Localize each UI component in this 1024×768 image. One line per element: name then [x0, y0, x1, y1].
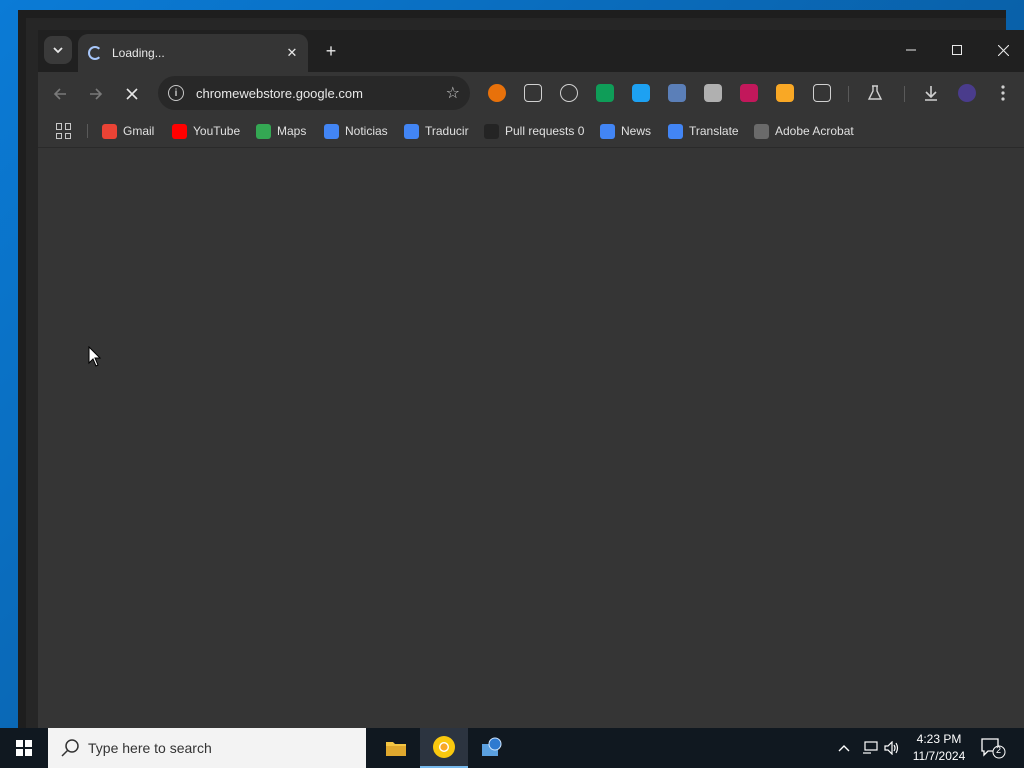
search-icon [61, 739, 79, 757]
network-icon[interactable] [862, 728, 882, 768]
action-center-button[interactable]: 2 [980, 736, 1006, 760]
extension-red-icon[interactable] [740, 84, 758, 102]
chrome-icon [433, 736, 455, 758]
bookmark-label: Traducir [425, 124, 469, 138]
start-button[interactable] [0, 728, 48, 768]
github-icon [484, 123, 499, 139]
arrow-right-icon [90, 88, 103, 100]
bookmark-item[interactable]: Maps [256, 122, 306, 140]
bookmark-label: Translate [689, 124, 739, 138]
loading-spinner-icon [88, 46, 102, 60]
extension-bolt-icon[interactable] [560, 84, 578, 102]
bookmark-item[interactable]: News [600, 122, 651, 140]
notification-count-badge: 2 [996, 745, 1002, 755]
extension-reader-icon[interactable] [524, 84, 542, 102]
bookmark-item[interactable]: Gmail [102, 122, 154, 140]
bookmark-label: Adobe Acrobat [775, 124, 854, 138]
bookmark-label: Maps [277, 124, 307, 138]
profile-avatar[interactable] [958, 84, 976, 102]
taskbar-chrome[interactable] [420, 728, 468, 768]
minimize-icon [906, 49, 916, 51]
site-info-icon[interactable]: i [168, 85, 184, 101]
notification-icon [981, 738, 1006, 759]
taskbar: Type here to search 4:23 PM 11/7/2024 2 [0, 728, 1024, 768]
taskbar-file-explorer[interactable] [372, 728, 420, 768]
clock-date: 11/7/2024 [912, 749, 966, 763]
google-translate-icon [668, 123, 683, 139]
bookmarks-bar: Gmail YouTube Maps Noticias Traducir Pull req… [38, 114, 1024, 148]
bookmark-star-icon[interactable]: ☆ [446, 83, 460, 103]
bookmarks-divider [87, 124, 88, 138]
bookmark-item[interactable]: Pull requests 0 [484, 122, 584, 140]
windows-logo-icon [16, 740, 32, 756]
bookmark-label: News [621, 124, 652, 138]
chevron-down-icon [53, 47, 63, 54]
toolbar: i chromewebstore.google.com ☆ [38, 72, 1024, 114]
close-window-button[interactable] [980, 30, 1024, 70]
system-clock[interactable]: 4:23 PM 11/7/2024 [906, 731, 972, 765]
download-icon[interactable] [922, 84, 940, 102]
apps-grid-icon[interactable] [56, 123, 72, 139]
new-tab-button[interactable]: + [320, 40, 342, 62]
chevron-up-icon [838, 745, 850, 752]
title-bar: Loading... ✕ + [38, 30, 1024, 72]
youtube-icon [172, 123, 187, 139]
extension-gray-icon[interactable] [704, 84, 722, 102]
show-hidden-icons-button[interactable] [838, 728, 858, 768]
tab-active[interactable]: Loading... ✕ [78, 34, 308, 72]
menu-kebab-icon[interactable] [994, 84, 1012, 102]
back-button[interactable] [46, 80, 74, 108]
extension-green-icon[interactable] [596, 84, 614, 102]
globe-icon [754, 123, 769, 139]
bookmark-item[interactable]: Noticias [324, 122, 388, 140]
folder-icon [386, 742, 406, 756]
google-news-icon [324, 123, 339, 139]
volume-icon[interactable] [884, 728, 904, 768]
minimize-button[interactable] [888, 30, 934, 70]
extension-blue-icon[interactable] [632, 84, 650, 102]
bookmark-label: YouTube [193, 124, 241, 138]
maximize-icon [952, 45, 962, 55]
arrow-left-icon [53, 88, 66, 100]
google-translate-icon [404, 123, 419, 139]
stop-loading-button[interactable] [118, 80, 146, 108]
bookmark-label: Noticias [345, 124, 388, 138]
labs-flask-icon[interactable] [866, 84, 884, 102]
tab-search-button[interactable] [44, 36, 72, 64]
maps-icon [256, 123, 271, 139]
bookmark-item[interactable]: Translate [668, 122, 739, 140]
extensions-puzzle-icon[interactable] [813, 84, 831, 102]
close-icon [997, 44, 1009, 56]
maximize-button[interactable] [934, 30, 980, 70]
extension-yellow-icon[interactable] [776, 84, 794, 102]
extension-translate-icon[interactable] [668, 84, 686, 102]
tab-title: Loading... [112, 46, 165, 60]
bookmark-label: Gmail [123, 124, 155, 138]
network-globe-icon [482, 737, 502, 756]
close-icon [126, 88, 138, 100]
forward-button[interactable] [82, 80, 110, 108]
address-bar[interactable]: i chromewebstore.google.com ☆ [158, 76, 470, 110]
bookmark-item[interactable]: Adobe Acrobat [754, 122, 854, 140]
url-text[interactable]: chromewebstore.google.com [196, 86, 446, 101]
bookmark-item[interactable]: YouTube [172, 122, 240, 140]
page-content [38, 149, 1024, 728]
gmail-icon [102, 123, 117, 139]
google-news-icon [600, 123, 615, 139]
browser-window: Loading... ✕ + i chromewebstore.google.c… [38, 30, 1024, 728]
taskbar-network-app[interactable] [468, 728, 516, 768]
mouse-cursor-icon [88, 346, 102, 367]
extension-orange-icon[interactable] [488, 84, 506, 102]
search-placeholder: Type here to search [88, 740, 212, 756]
bookmark-label: Pull requests 0 [505, 124, 585, 138]
taskbar-search-box[interactable]: Type here to search [48, 728, 366, 768]
toolbar-divider-2 [904, 86, 905, 102]
clock-time: 4:23 PM [916, 732, 962, 746]
tab-close-button[interactable]: ✕ [284, 45, 300, 61]
bookmark-item[interactable]: Traducir [404, 122, 469, 140]
toolbar-divider [848, 86, 849, 102]
